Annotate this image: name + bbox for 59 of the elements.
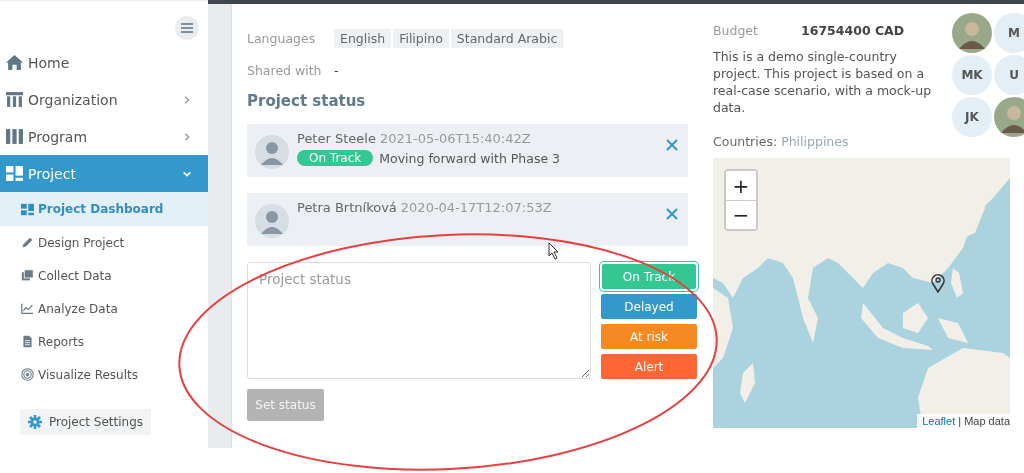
close-button[interactable] [666, 139, 678, 151]
tag: Filipino [393, 28, 449, 48]
close-button[interactable] [666, 208, 678, 220]
tag: English [334, 28, 392, 48]
nav-subitem[interactable]: Design Project [0, 226, 208, 259]
cursor-icon [548, 242, 560, 260]
field-label: Shared with [247, 62, 323, 78]
avatar-icon [994, 97, 1024, 137]
nav-item[interactable]: Organization [0, 81, 208, 118]
columns-icon [6, 91, 23, 108]
field-value: - [334, 62, 339, 78]
avatar-icon [255, 135, 289, 169]
description: This is a demo single-country project. This project is based on a real-case scenario, with a mock-up data. [713, 48, 933, 116]
section-title: Project status [247, 92, 367, 110]
status-badge: On Track [297, 150, 374, 166]
pencil-icon [21, 236, 34, 249]
avatar-icon [952, 13, 992, 53]
menu-icon [180, 22, 194, 34]
author-name: Peter Steele [297, 131, 376, 146]
nav-item[interactable]: Home [0, 44, 208, 81]
field-label: Languages [247, 30, 317, 46]
nav-subitem[interactable]: Collect Data [0, 259, 208, 292]
field-label: Countries: [713, 134, 778, 149]
home-icon [6, 54, 23, 71]
gear-icon [28, 415, 42, 429]
bars-icon [6, 128, 23, 145]
attribution-text: | Map data [958, 415, 1010, 427]
nav-item[interactable]: Program [0, 118, 208, 155]
avatar-icon [255, 204, 289, 238]
member-initials: U [994, 55, 1024, 95]
chevron-right-icon [182, 131, 192, 142]
close-icon [666, 139, 678, 151]
tag: Standard Arabic [450, 28, 564, 48]
dashboard-icon [21, 202, 34, 216]
member-initials: M [994, 13, 1024, 53]
timestamp: 2020-04-17T12:07:53Z [400, 200, 552, 215]
document-icon [21, 335, 34, 348]
target-icon [21, 368, 34, 381]
nav-subitem[interactable]: Visualize Results [0, 358, 208, 391]
cards-icon [21, 269, 34, 282]
menu-button[interactable] [175, 16, 199, 40]
author-name: Petra Brtníková [297, 200, 397, 215]
chevron-right-icon [182, 94, 192, 105]
dashboard-icon [6, 165, 23, 182]
member-initials: MK [952, 55, 992, 95]
close-icon [666, 208, 678, 220]
settings-button[interactable]: Project Settings [20, 409, 152, 435]
attribution-link[interactable]: Leaflet [922, 415, 956, 427]
line-chart-icon [21, 302, 34, 315]
zoom-out-button[interactable]: − [726, 200, 756, 229]
timestamp: 2021-05-06T15:40:42Z [379, 131, 531, 146]
nav-subitem[interactable]: Analyze Data [0, 292, 208, 325]
map-marker-icon [931, 273, 945, 293]
field-value: 16754400 CAD [801, 22, 905, 38]
status-message: Moving forward with Phase 3 [379, 150, 561, 166]
status-input[interactable]: Project status [247, 262, 591, 379]
nav-subitem[interactable]: Reports [0, 325, 208, 358]
member-initials: JK [952, 97, 992, 137]
field-label: Budget [713, 22, 759, 38]
